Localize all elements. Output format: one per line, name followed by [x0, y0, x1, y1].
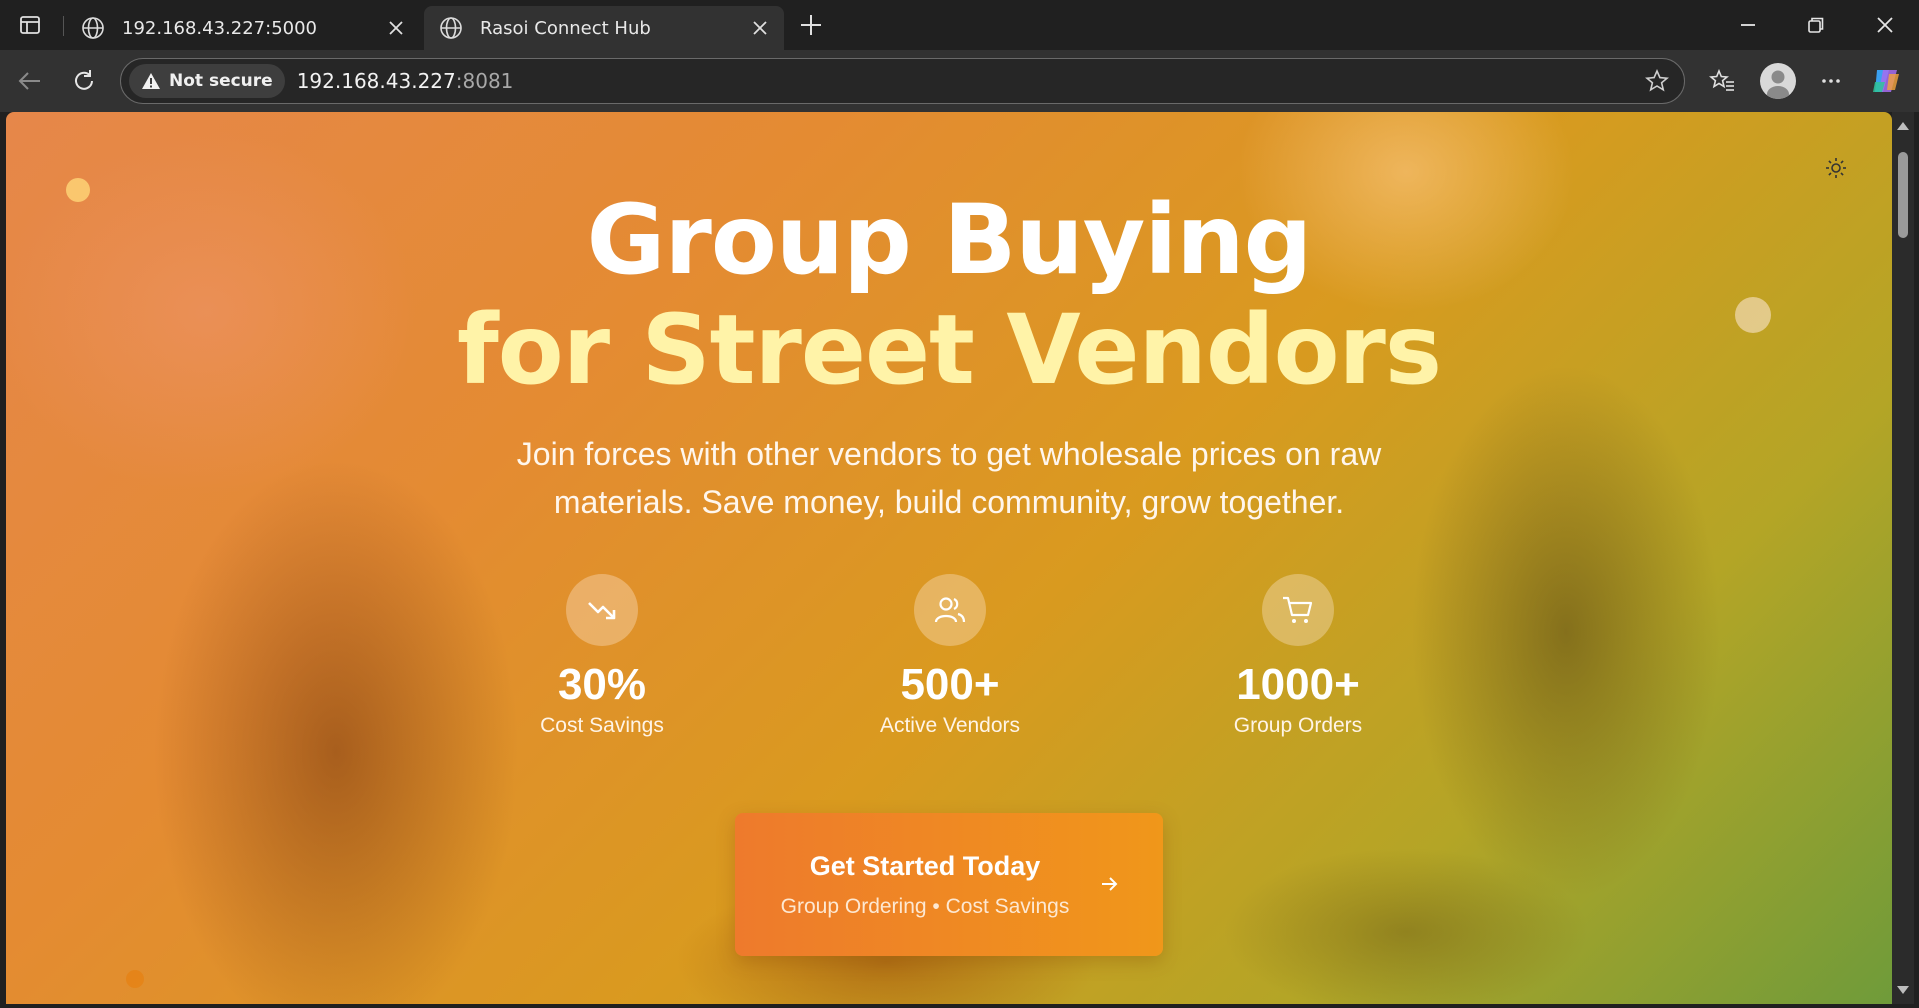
profile-avatar[interactable] [1760, 63, 1796, 99]
scroll-down-icon[interactable] [1896, 984, 1910, 996]
decorative-dot [126, 970, 144, 988]
stat-icon-badge [1262, 574, 1334, 646]
tab-actions-button[interactable] [10, 10, 50, 40]
get-started-button[interactable]: Get Started Today Group Ordering • Cost … [735, 813, 1163, 956]
new-tab-icon[interactable] [796, 10, 826, 40]
page-hero-section: Group Buying for Street Vendors Join for… [6, 112, 1892, 1004]
close-tab-icon[interactable] [386, 18, 406, 38]
stat-label: Group Orders [1233, 714, 1363, 737]
tab-actions-icon [20, 16, 40, 34]
sun-icon [1826, 158, 1846, 178]
stat-group-orders: 1000+ Group Orders [1178, 574, 1418, 738]
shopping-cart-icon [1283, 596, 1313, 623]
hero-title-line-1: Group Buying [586, 184, 1313, 296]
stat-value: 30% [557, 660, 647, 709]
refresh-icon[interactable] [70, 67, 98, 95]
trending-down-icon [588, 602, 616, 620]
cta-title: Get Started Today [809, 851, 1041, 881]
scroll-thumb[interactable] [1898, 152, 1908, 238]
stat-cost-savings: 30% Cost Savings [482, 574, 722, 738]
close-window-icon[interactable] [1872, 12, 1898, 38]
arrow-right-icon [1102, 877, 1118, 891]
stat-value: 1000+ [1236, 660, 1360, 709]
theme-toggle-button[interactable] [1820, 152, 1852, 184]
hero-title-line-2: for Street Vendors [456, 294, 1442, 406]
minimize-icon[interactable] [1735, 12, 1761, 38]
stat-icon-badge [914, 574, 986, 646]
users-icon [934, 597, 966, 623]
favorites-icon[interactable] [1708, 67, 1736, 95]
stat-icon-badge [566, 574, 638, 646]
page-scrollbar[interactable] [1892, 112, 1914, 1004]
more-options-icon[interactable] [1817, 67, 1845, 95]
globe-icon [82, 17, 104, 39]
security-indicator[interactable]: Not secure [129, 64, 285, 98]
stat-value: 500+ [900, 660, 1000, 709]
url-host: 192.168.43.227 [296, 69, 456, 93]
tab-label: 192.168.43.227:5000 [122, 17, 318, 39]
warning-icon [142, 73, 160, 89]
back-icon[interactable] [16, 67, 44, 95]
tab-separator [63, 16, 64, 36]
security-label: Not secure [169, 71, 273, 91]
stat-label: Cost Savings [540, 714, 664, 737]
tab-label: Rasoi Connect Hub [480, 17, 651, 39]
scroll-up-icon[interactable] [1896, 120, 1910, 132]
cta-subtitle: Group Ordering • Cost Savings [780, 895, 1070, 918]
hero-subtitle: Join forces with other vendors to get wh… [516, 436, 1382, 520]
profile-icon [1767, 70, 1789, 99]
browser-tab-active[interactable]: Rasoi Connect Hub [424, 6, 784, 50]
close-tab-icon[interactable] [750, 18, 770, 38]
copilot-icon[interactable] [1869, 64, 1903, 98]
restore-icon[interactable] [1803, 12, 1829, 38]
address-bar[interactable]: Not secure 192.168.43.227:8081 [120, 58, 1685, 104]
url-text: 192.168.43.227:8081 [297, 69, 514, 93]
stat-label: Active Vendors [879, 714, 1021, 737]
browser-tab-bar: 192.168.43.227:5000 Rasoi Connect Hub [0, 0, 1919, 50]
browser-toolbar: Not secure 192.168.43.227:8081 [0, 50, 1919, 112]
favorite-star-icon[interactable] [1644, 68, 1670, 94]
globe-icon [440, 17, 462, 39]
stat-active-vendors: 500+ Active Vendors [830, 574, 1070, 738]
url-port: :8081 [455, 69, 514, 93]
browser-tab[interactable]: 192.168.43.227:5000 [66, 6, 420, 50]
